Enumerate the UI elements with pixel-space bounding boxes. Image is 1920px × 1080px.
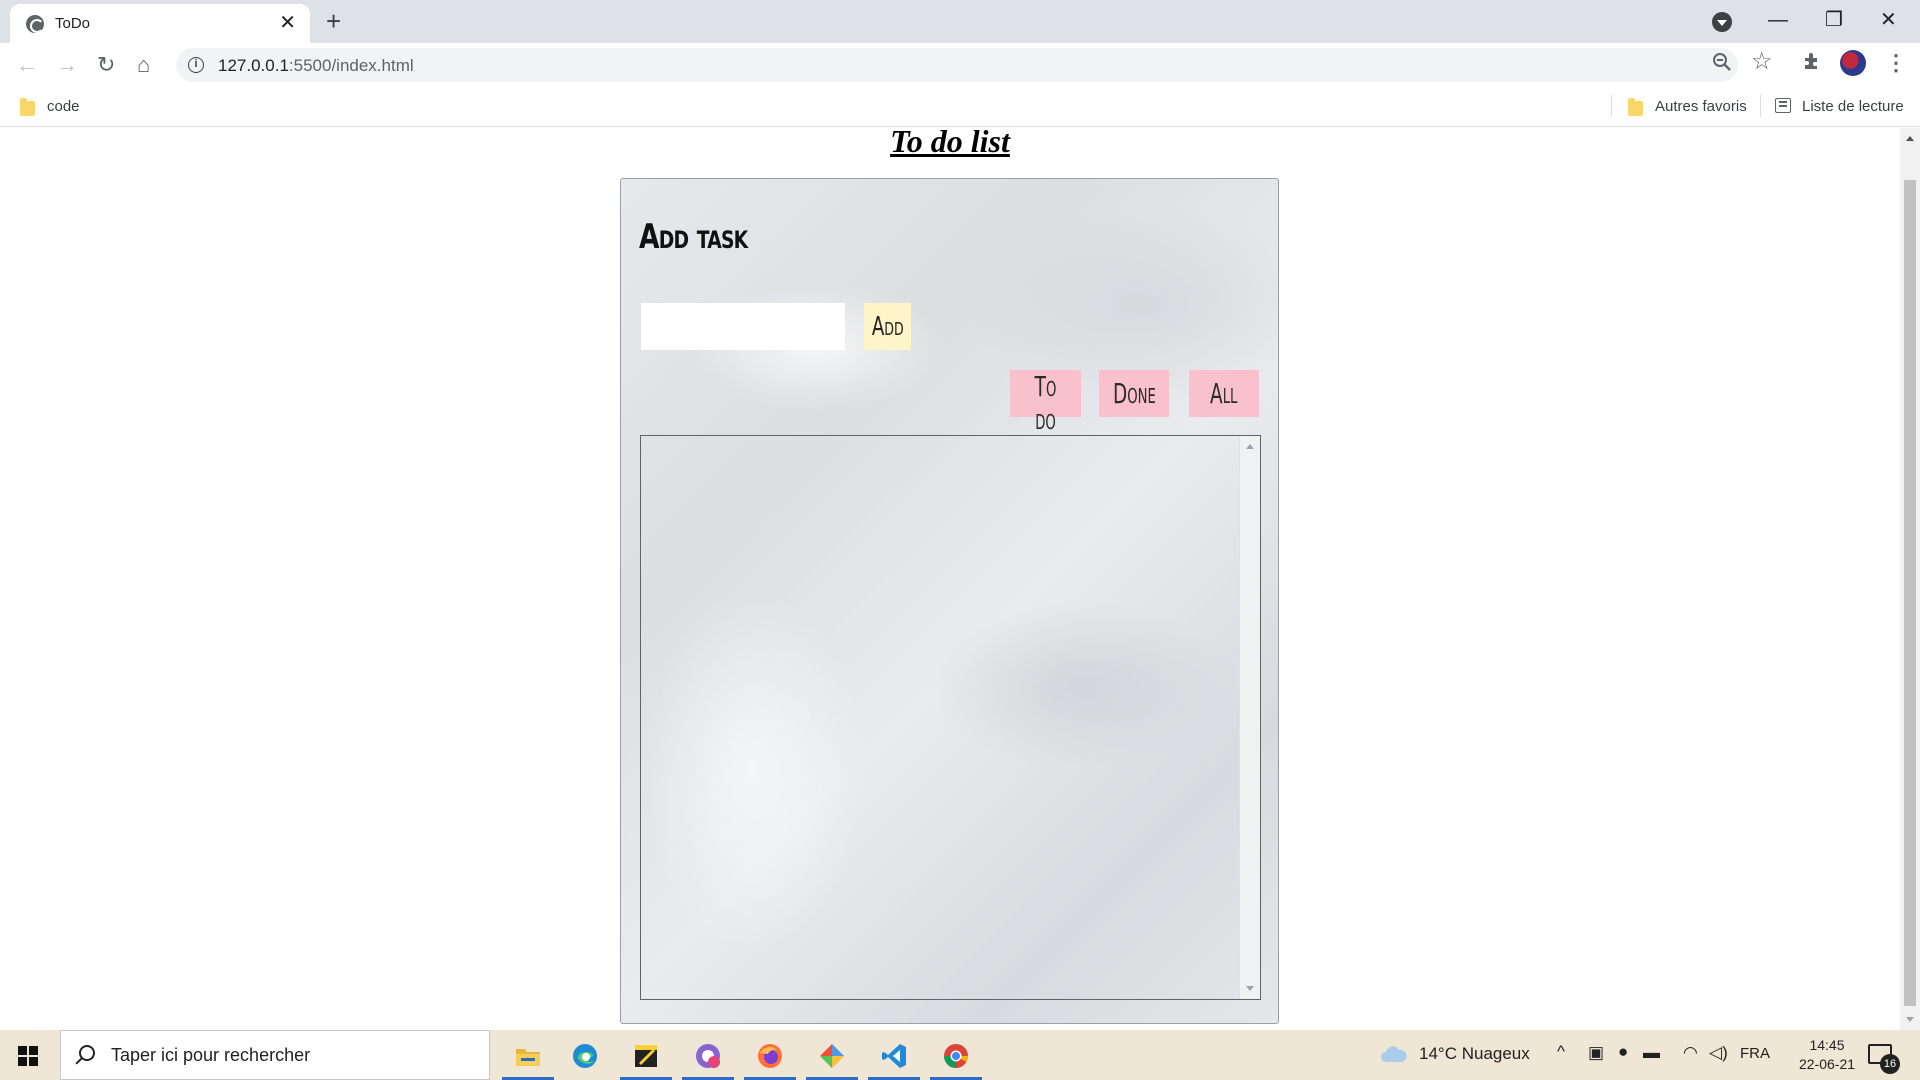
windows-start-icon[interactable] bbox=[18, 1046, 38, 1066]
tab-title: ToDo bbox=[55, 15, 91, 32]
bookmark-separator bbox=[1760, 95, 1761, 117]
scroll-up-arrow-icon[interactable] bbox=[1906, 136, 1914, 141]
scroll-down-arrow-icon[interactable] bbox=[1906, 1017, 1914, 1022]
page-viewport: To do list Add task Add To do Done All bbox=[0, 128, 1920, 1030]
reload-icon[interactable]: ↻ bbox=[97, 51, 115, 79]
todo-card: Add task Add To do Done All bbox=[620, 178, 1279, 1024]
zoom-icon[interactable] bbox=[1712, 52, 1732, 72]
tab-close-icon[interactable]: ✕ bbox=[279, 11, 296, 35]
windows-taskbar: Taper ici pour rechercher 14°C Nuageux ^… bbox=[0, 1030, 1920, 1080]
close-window-button[interactable]: ✕ bbox=[1880, 6, 1897, 34]
chrome-icon[interactable] bbox=[926, 1030, 986, 1080]
search-icon bbox=[79, 1045, 95, 1061]
folder-icon bbox=[1628, 98, 1643, 116]
filter-done-label: Done bbox=[1112, 377, 1156, 410]
microphone-icon[interactable]: ● bbox=[1618, 1042, 1628, 1062]
filter-done-button[interactable]: Done bbox=[1099, 370, 1169, 417]
url-text: 127.0.0.1:5500/index.html bbox=[218, 56, 414, 75]
reading-list-icon bbox=[1775, 98, 1791, 113]
extensions-icon[interactable] bbox=[1802, 51, 1822, 71]
filter-todo-label: To do bbox=[1034, 370, 1057, 436]
bookmark-star-icon[interactable]: ☆ bbox=[1751, 49, 1773, 75]
bookmark-code[interactable]: code bbox=[47, 98, 80, 115]
scroll-down-arrow-icon[interactable] bbox=[1246, 986, 1254, 991]
clock-time: 14:45 bbox=[1809, 1037, 1845, 1053]
page-scrollbar-thumb[interactable] bbox=[1904, 180, 1916, 1006]
page-scrollbar[interactable] bbox=[1900, 128, 1920, 1030]
page-title: To do list bbox=[890, 128, 1010, 159]
notification-count-badge: 16 bbox=[1880, 1054, 1900, 1074]
globe-icon bbox=[26, 15, 44, 33]
wifi-icon[interactable]: ◠ bbox=[1683, 1043, 1698, 1063]
vscode-icon[interactable] bbox=[864, 1030, 924, 1080]
volume-icon[interactable]: ◁) bbox=[1709, 1043, 1728, 1063]
clock-date: 22-06-21 bbox=[1798, 1056, 1856, 1072]
chevron-up-icon[interactable]: ^ bbox=[1557, 1042, 1565, 1062]
bookmarks-bar: code Autres favoris Liste de lecture bbox=[0, 87, 1920, 127]
clock[interactable]: 14:45 22-06-21 bbox=[1792, 1036, 1862, 1074]
restore-button[interactable]: ❐ bbox=[1825, 6, 1843, 34]
back-icon[interactable]: ← bbox=[16, 51, 38, 79]
battery-icon[interactable]: ▬ bbox=[1643, 1043, 1660, 1063]
profile-avatar[interactable] bbox=[1840, 50, 1866, 76]
forward-icon[interactable]: → bbox=[56, 51, 78, 79]
new-tab-button[interactable]: + bbox=[326, 6, 341, 36]
add-task-heading: Add task bbox=[639, 217, 748, 257]
messenger-icon[interactable] bbox=[678, 1030, 738, 1080]
taskbar-search-placeholder: Taper ici pour rechercher bbox=[111, 1045, 311, 1065]
bookmark-other-favorites[interactable]: Autres favoris bbox=[1655, 98, 1747, 115]
language-indicator[interactable]: FRA bbox=[1740, 1045, 1770, 1062]
edge-icon[interactable] bbox=[555, 1030, 615, 1080]
scroll-up-arrow-icon[interactable] bbox=[1246, 444, 1254, 449]
firefox-icon[interactable] bbox=[740, 1030, 800, 1080]
filter-todo-button[interactable]: To do bbox=[1010, 370, 1081, 436]
task-input[interactable] bbox=[641, 303, 845, 350]
bookmark-separator bbox=[1611, 95, 1612, 117]
filter-all-label: All bbox=[1210, 377, 1238, 410]
home-icon[interactable]: ⌂ bbox=[137, 51, 150, 79]
minimize-button[interactable]: — bbox=[1768, 6, 1788, 34]
tab-todo[interactable]: ToDo ✕ bbox=[10, 4, 310, 43]
weather-cloud-icon bbox=[1381, 1046, 1407, 1062]
folder-icon bbox=[20, 98, 35, 116]
site-info-icon[interactable]: i bbox=[188, 57, 204, 73]
sticky-notes-icon[interactable] bbox=[616, 1030, 676, 1080]
browser-toolbar: ← → ↻ ⌂ i 127.0.0.1:5500/index.html bbox=[0, 43, 1920, 87]
file-explorer-icon[interactable] bbox=[498, 1030, 558, 1080]
tab-search-icon[interactable] bbox=[1712, 12, 1732, 32]
meet-now-icon[interactable]: ▣ bbox=[1588, 1043, 1604, 1063]
address-bar[interactable]: i 127.0.0.1:5500/index.html bbox=[176, 48, 1738, 82]
add-button-label: Add bbox=[871, 311, 904, 342]
weather-text[interactable]: 14°C Nuageux bbox=[1419, 1044, 1530, 1064]
task-list[interactable] bbox=[640, 435, 1261, 1000]
add-button[interactable]: Add bbox=[864, 303, 911, 350]
git-icon[interactable] bbox=[802, 1030, 862, 1080]
tab-strip: ToDo ✕ + — ❐ ✕ bbox=[0, 0, 1920, 43]
task-list-scrollbar[interactable] bbox=[1239, 436, 1260, 999]
bookmark-reading-list[interactable]: Liste de lecture bbox=[1802, 98, 1904, 115]
taskbar-search[interactable]: Taper ici pour rechercher bbox=[60, 1030, 490, 1080]
browser-menu-icon[interactable]: ⋮ bbox=[1885, 50, 1907, 76]
filter-all-button[interactable]: All bbox=[1189, 370, 1259, 417]
